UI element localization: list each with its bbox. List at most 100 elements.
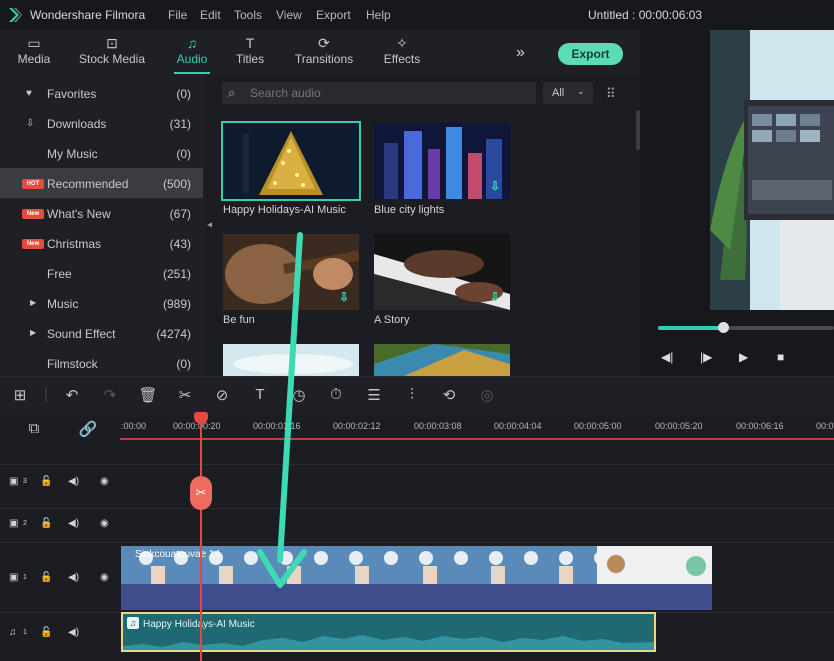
track-header-video-2: ▣ 2 🔓 ◀) ◉ [0,518,120,532]
video-clip[interactable]: Sinkcouatouvae 14 [121,546,712,610]
lock-icon[interactable]: 🔓 [40,627,52,638]
audio-split-icon[interactable]: ⫶ [402,386,422,403]
sidebar-item-label: Christmas [47,237,102,251]
download-icon[interactable]: ⇩ [490,179,500,193]
preview-panel [640,30,834,376]
module-tabs: ▭ Media ⊡ Stock Media ♫ Audio T Titles ⟳… [0,30,640,76]
sidebar-item-filmstock[interactable]: Filmstock (0) [0,348,203,378]
audio-thumbnail[interactable] [374,344,510,376]
expand-arrow-icon[interactable]: ▶ [30,298,36,307]
sidebar-item-my-music[interactable]: My Music (0) [0,138,203,168]
lock-icon[interactable]: 🔓 [40,518,52,529]
add-track-icon[interactable]: ⧉ [24,420,44,437]
download-icon[interactable]: ⇩ [339,290,349,304]
play-icon[interactable]: ▶ [739,350,748,364]
sidebar-item-label: Favorites [47,87,97,101]
eye-icon[interactable]: ◉ [100,476,109,487]
menu-help[interactable]: Help [366,8,391,22]
sidebar-item-free[interactable]: Free (251) [0,258,203,288]
link-icon[interactable]: 🔗 [78,420,98,438]
folder-icon: ▭ [27,35,41,51]
active-tab-indicator [174,72,210,74]
ripple-icon[interactable]: ⟲ [439,386,459,404]
download-icon[interactable]: ⇩ [490,290,500,304]
cut-icon[interactable]: ✂ [175,386,195,404]
add-text-icon[interactable]: T [250,386,270,403]
layout-icon[interactable]: ⊞ [10,386,30,404]
eye-icon[interactable]: ◉ [100,572,109,583]
sidebar-item-christmas[interactable]: New Christmas (43) [0,228,203,258]
audio-title: Be fun [223,314,255,326]
playback-progress-bar[interactable] [658,322,834,333]
tab-label: Titles [235,52,265,66]
audio-thumbnail[interactable] [221,121,361,201]
redo-icon[interactable]: ↷ [100,386,120,404]
sidebar-item-favorites[interactable]: ♥ Favorites (0) [0,78,203,108]
progress-fill [658,326,724,330]
track-number: 2 [23,520,27,527]
sidebar-item-recommended[interactable]: HOT Recommended (500) [0,168,203,198]
clip-title: Sinkcouatouvae 14 [135,549,221,560]
undo-icon[interactable]: ↶ [62,386,82,404]
sidebar-item-count: (500) [162,177,191,191]
play-pause-icon[interactable]: |▶ [700,350,712,364]
lock-icon[interactable]: 🔓 [40,476,52,487]
tab-media[interactable]: ▭ Media [0,34,74,66]
audio-thumbnail[interactable] [223,344,359,376]
more-tabs-button[interactable]: » [516,44,525,62]
tab-label: Stock Media [78,52,146,66]
delete-icon[interactable]: 🗑 [138,386,158,404]
split-scissors-icon[interactable]: ✂ [190,476,212,510]
timecode: 00:00:03:08 [414,421,462,431]
sidebar-item-sound-effect[interactable]: ▶ Sound Effect (4274) [0,318,203,348]
menu-view[interactable]: View [276,8,302,22]
audio-thumbnail[interactable]: ⇩ [223,234,359,310]
timecode: 00:00:01:16 [253,421,301,431]
timecode: 00:00:04:04 [494,421,542,431]
new-badge: New [22,209,44,219]
filter-dropdown[interactable]: All ⌄ [543,82,593,104]
timeline-ruler[interactable] [0,414,834,454]
sidebar-item-downloads[interactable]: ⇩ Downloads (31) [0,108,203,138]
tag-icon[interactable]: ⊘ [212,386,232,404]
menu-tools[interactable]: Tools [234,8,262,22]
duration-icon[interactable]: ⏱ [326,386,346,403]
stop-icon[interactable]: ■ [777,350,784,364]
filter-value: All [552,87,565,99]
audio-title: Blue city lights [374,204,445,216]
speaker-icon[interactable]: ◀) [68,572,79,583]
export-button[interactable]: Export [558,43,623,65]
adjust-icon[interactable]: ☰ [364,386,384,404]
sky-image [223,344,359,376]
search-box[interactable]: ⌕ [222,82,536,104]
playhead[interactable] [200,414,202,661]
search-input[interactable] [250,85,520,101]
preview-image [710,30,834,310]
speaker-icon[interactable]: ◀) [68,518,79,529]
speaker-icon[interactable]: ◀) [68,476,79,487]
lock-icon[interactable]: 🔓 [40,572,52,583]
tab-transitions[interactable]: ⟳ Transitions [284,34,364,66]
menu-edit[interactable]: Edit [200,8,221,22]
tab-label: Transitions [294,52,354,66]
grid-view-icon[interactable]: ⠿ [606,86,616,102]
sidebar-item-music[interactable]: ▶ Music (989) [0,288,203,318]
menu-export[interactable]: Export [316,8,351,22]
tab-stock-media[interactable]: ⊡ Stock Media [72,34,152,66]
toolbar-divider: | [44,386,48,403]
tab-titles[interactable]: T Titles [210,34,290,66]
eye-icon[interactable]: ◉ [100,518,109,529]
audio-thumbnail[interactable]: ⇩ [374,123,510,199]
expand-arrow-icon[interactable]: ▶ [30,328,36,337]
audio-thumbnail[interactable]: ⇩ [374,234,510,310]
heart-icon: ♥ [26,88,32,99]
auto-3d-icon[interactable]: ◎ [477,386,497,404]
tab-label: Effects [383,52,421,66]
tab-effects[interactable]: ✧ Effects [362,34,442,66]
previous-frame-icon[interactable]: ◀| [661,350,673,364]
menu-file[interactable]: File [168,8,187,22]
speaker-icon[interactable]: ◀) [68,627,79,638]
sidebar-item-whats-new[interactable]: New What's New (67) [0,198,203,228]
speed-icon[interactable]: ◷ [289,386,309,404]
track-header-audio-1: ♫ 1 🔓 ◀) [0,627,120,641]
